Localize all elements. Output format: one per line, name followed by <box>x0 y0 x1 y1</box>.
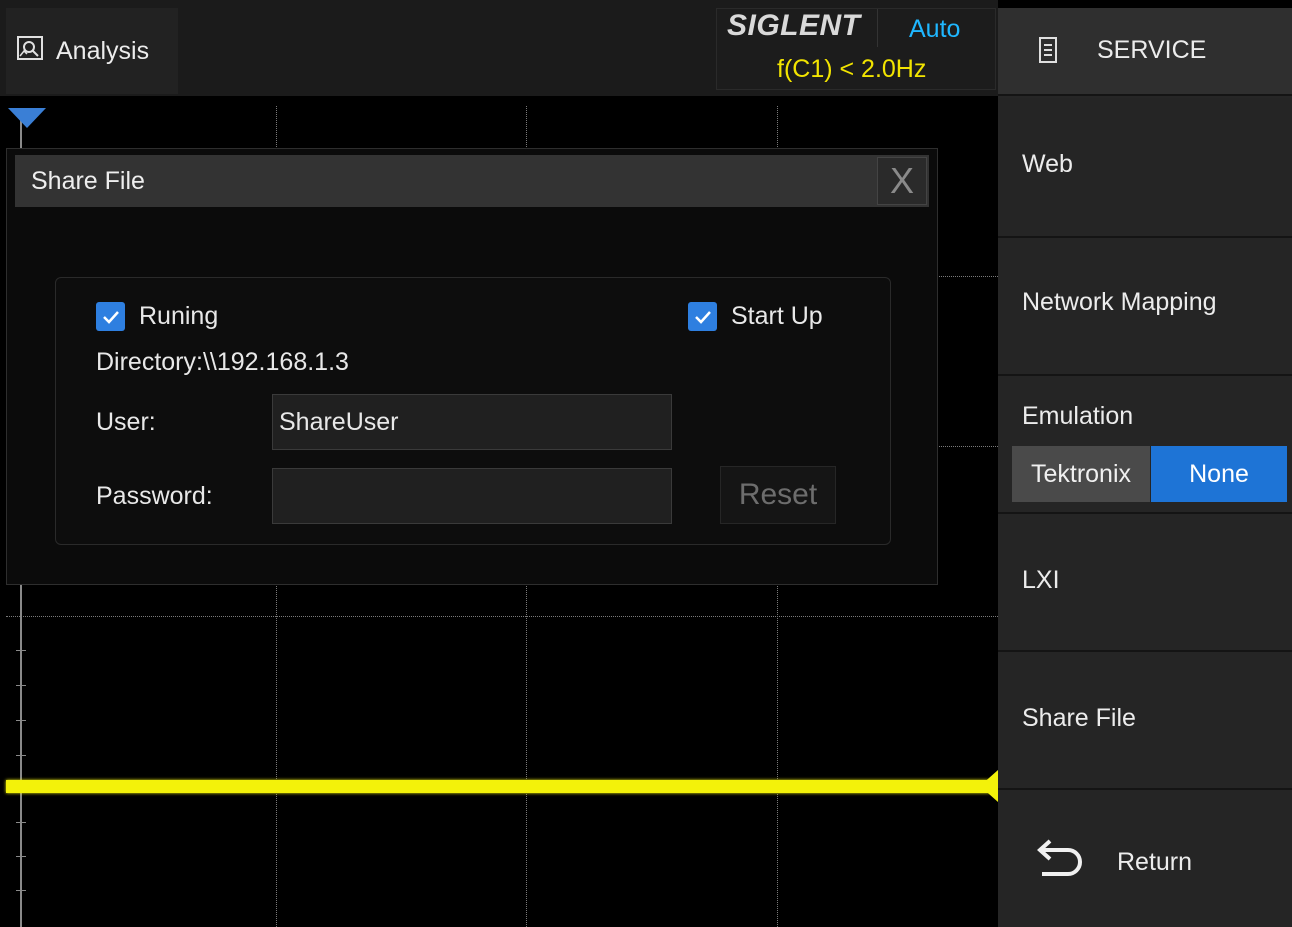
document-icon <box>1038 36 1058 69</box>
menu-item-label: Web <box>1022 150 1073 178</box>
share-file-dialog: Share File X Runing Start Up Directory:\… <box>6 148 938 585</box>
brand-logo: SIGLENT <box>727 9 861 42</box>
user-label: User: <box>96 408 156 436</box>
axis-tick <box>16 755 26 756</box>
axis-tick <box>16 890 26 891</box>
share-settings-panel: Runing Start Up Directory:\\192.168.1.3 … <box>55 277 891 545</box>
return-icon <box>1034 838 1086 885</box>
axis-tick <box>16 856 26 857</box>
emulation-option-tektronix[interactable]: Tektronix <box>1012 446 1150 502</box>
menu-item-web[interactable]: Web <box>998 98 1292 238</box>
menu-item-share-file[interactable]: Share File <box>998 652 1292 790</box>
directory-text: Directory:\\192.168.1.3 <box>96 348 349 376</box>
startup-label: Start Up <box>731 302 823 330</box>
trigger-position-marker[interactable] <box>8 108 46 128</box>
brand-divider <box>877 9 878 47</box>
channel1-level-marker[interactable] <box>980 770 998 802</box>
analysis-label: Analysis <box>56 36 150 65</box>
analysis-icon <box>16 34 46 69</box>
menu-title: SERVICE <box>1097 36 1207 64</box>
menu-item-label: Return <box>1117 848 1193 876</box>
user-field[interactable]: ShareUser <box>272 394 672 450</box>
axis-tick <box>16 720 26 721</box>
password-label: Password: <box>96 482 213 510</box>
analysis-button[interactable]: Analysis <box>6 8 178 94</box>
trigger-info[interactable]: f(C1) < 2.0Hz <box>777 55 926 84</box>
close-button[interactable]: X <box>877 157 927 205</box>
emulation-option-none[interactable]: None <box>1151 446 1287 502</box>
close-icon: X <box>889 160 914 201</box>
menu-item-return[interactable]: Return <box>998 790 1292 927</box>
menu-item-label: Emulation <box>1022 402 1134 430</box>
running-label: Runing <box>139 302 219 330</box>
check-icon <box>96 302 125 331</box>
service-menu: SERVICE Web Network Mapping Emulation Te… <box>998 8 1292 927</box>
menu-item-label: Network Mapping <box>1022 288 1217 316</box>
axis-tick <box>16 685 26 686</box>
check-icon <box>688 302 717 331</box>
menu-item-label: Share File <box>1022 704 1136 732</box>
running-checkbox[interactable]: Runing <box>96 302 218 331</box>
trigger-mode[interactable]: Auto <box>909 15 960 44</box>
startup-checkbox[interactable]: Start Up <box>688 302 823 331</box>
menu-item-lxi[interactable]: LXI <box>998 514 1292 652</box>
menu-item-label: LXI <box>1022 566 1060 594</box>
password-field[interactable] <box>272 468 672 524</box>
channel1-trace <box>6 780 990 793</box>
grid-hline <box>6 616 998 617</box>
axis-tick <box>16 650 26 651</box>
axis-tick <box>16 822 26 823</box>
dialog-title: Share File <box>15 155 929 207</box>
reset-button[interactable]: Reset <box>720 466 836 524</box>
status-box: SIGLENT Auto f(C1) < 2.0Hz <box>716 8 996 90</box>
menu-header: SERVICE <box>998 8 1292 96</box>
menu-item-network-mapping[interactable]: Network Mapping <box>998 238 1292 376</box>
